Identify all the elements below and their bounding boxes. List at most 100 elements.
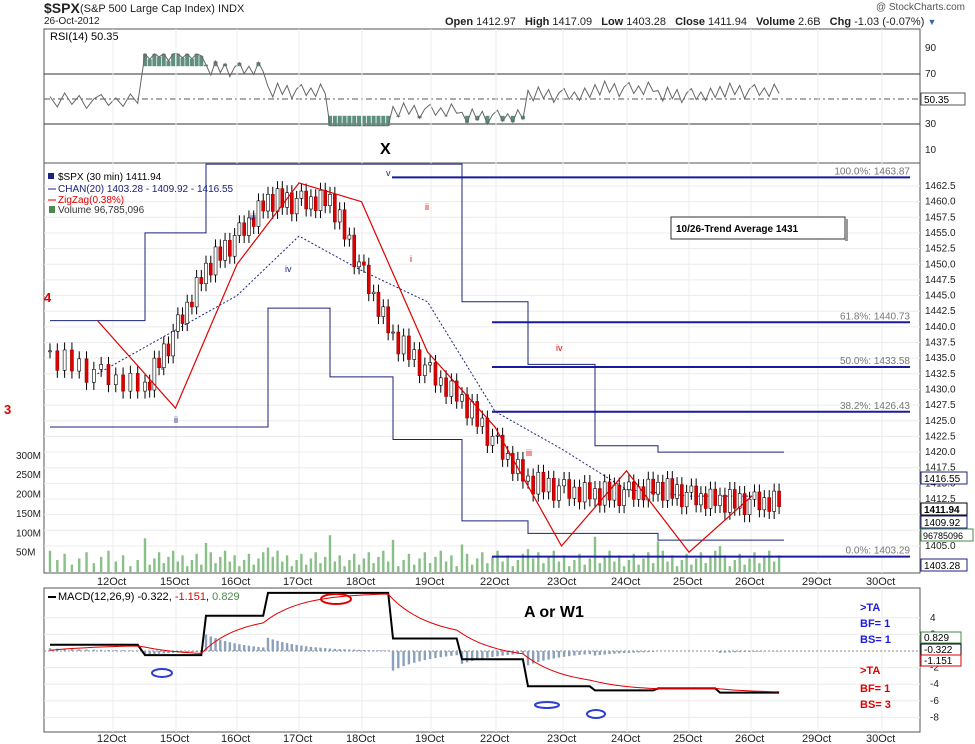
macd-hist-bar <box>295 644 298 651</box>
candle-body <box>333 194 337 223</box>
price-tick: 1420.0 <box>925 447 956 458</box>
volume-bar <box>290 566 294 572</box>
macd-hist-bar <box>542 651 545 661</box>
volume-bar <box>547 556 550 572</box>
candle-body <box>622 489 626 506</box>
candle-body <box>318 189 323 211</box>
candle-body <box>656 481 660 495</box>
date-tick: 18Oct <box>346 576 375 588</box>
volume-bar <box>758 563 761 572</box>
candle-body <box>381 306 386 317</box>
macd-hist-bar <box>444 651 448 657</box>
date-axis-macd: 12Oct 15Oct 16Oct 17Oct 18Oct 19Oct 22Oct 23Oct… <box>97 733 895 744</box>
candle-body <box>582 482 587 503</box>
rsi-tick: 30 <box>925 119 937 130</box>
candle-body <box>261 200 266 212</box>
date-tick: 12Oct <box>97 576 126 588</box>
macd-hist-bar <box>233 643 236 651</box>
candle-body <box>228 240 232 257</box>
rsi-tick: 90 <box>925 43 937 54</box>
volume-bar <box>314 552 317 572</box>
volume-bar <box>176 561 180 572</box>
date-tick-macd: 15Oct <box>160 733 189 744</box>
volume-bar <box>223 550 227 572</box>
macd-hist-bar <box>491 651 494 657</box>
macd-hist-bar <box>214 638 217 651</box>
macd-hist-bar <box>223 641 227 651</box>
volume-bar <box>704 563 707 572</box>
price-tick: 1450.0 <box>925 259 956 270</box>
candle-body <box>531 475 535 495</box>
macd-wave-note: A or W1 <box>524 604 584 621</box>
rsi-oversold-fill <box>376 115 381 126</box>
date-tick: 30Oct <box>866 576 895 588</box>
volume-bar <box>613 561 616 572</box>
macd-tag-macd-text: -0.322 <box>924 645 953 656</box>
macd-hist-bar <box>738 651 741 653</box>
chart-canvas: 90 70 30 10 50.35 RSI(14) 50.35 100.0%: … <box>4 28 974 744</box>
rsi-oversold-fill <box>347 115 352 126</box>
price-tick: 1452.5 <box>925 244 956 255</box>
candle-body <box>588 482 592 500</box>
volume-bar <box>129 566 132 572</box>
macd-hist-bar <box>290 644 294 651</box>
candle-body <box>651 478 655 495</box>
candle-body <box>612 484 617 501</box>
macd-legend: MACD(12,26,9) -0.322, -1.151, 0.829 <box>48 591 240 603</box>
volume-bar <box>386 561 390 572</box>
note-blue-bs: BS= 1 <box>860 634 891 646</box>
tag-chan-upper-text: 1416.55 <box>924 474 961 485</box>
wave-label-iii-red: iii <box>526 448 532 458</box>
volume-bar <box>367 552 370 572</box>
volume-bar <box>728 566 732 572</box>
candle-body <box>337 209 342 223</box>
volume-tick: 300M <box>16 451 41 462</box>
volume-bar <box>413 564 416 572</box>
macd-hist-bar <box>481 651 484 659</box>
fib-label: 61.8%: 1440.73 <box>840 311 910 322</box>
macd-hist-bar <box>618 651 621 654</box>
macd-hist-bar <box>413 651 416 663</box>
macd-hist-bar <box>603 651 606 655</box>
candle-body <box>242 222 246 236</box>
candle-body <box>55 350 60 371</box>
date-tick: 23Oct <box>547 576 576 588</box>
macd-hist-bar <box>353 649 356 651</box>
volume-bar <box>190 559 194 572</box>
volume-bar <box>271 556 274 572</box>
candle-body <box>190 301 194 308</box>
candle-body <box>128 372 133 392</box>
macd-hist-bar <box>733 651 736 653</box>
price-tick: 1425.0 <box>925 416 956 427</box>
volume-bar <box>450 555 453 572</box>
rsi-overbought-fill <box>199 55 204 67</box>
macd-hist-bar <box>281 642 284 651</box>
legend-price: $SPX (30 min) 1411.94 <box>58 172 162 183</box>
wave-label-iv: iv <box>285 264 292 274</box>
volume-bar <box>651 563 655 572</box>
macd-hist-bar <box>319 647 322 651</box>
volume-bar <box>377 556 380 572</box>
candle-body <box>490 435 495 446</box>
candle-body <box>357 261 361 268</box>
candle-body <box>757 491 762 511</box>
rsi-oversold-fill <box>352 115 357 126</box>
volume-bar <box>407 553 411 572</box>
price-tick: 1435.0 <box>925 353 956 364</box>
candle-body <box>593 488 597 500</box>
volume-bar <box>526 549 530 572</box>
macd-hist-bar <box>428 651 432 660</box>
candle-body <box>299 190 304 199</box>
candle-body <box>166 343 171 357</box>
volume-bar <box>85 552 88 572</box>
wave-label-x: X <box>380 141 391 158</box>
tag-close-text: 1411.94 <box>924 505 960 516</box>
candle-body <box>290 192 294 215</box>
date-tick: 24Oct <box>611 576 640 588</box>
volume-bar <box>743 564 746 572</box>
candle-body <box>147 381 152 391</box>
wave-label-ii-red: ii <box>425 202 429 212</box>
macd-hist-bar <box>557 651 561 658</box>
candle-body <box>135 372 140 392</box>
volume-bar <box>214 563 217 572</box>
